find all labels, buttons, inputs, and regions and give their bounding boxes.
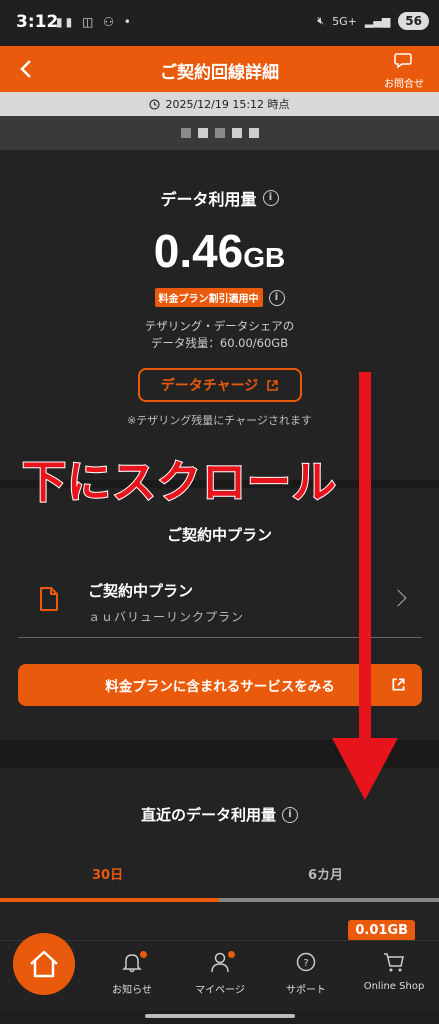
status-right: 🔇︎ 5G+ ▂▄▆ 56 [317, 12, 429, 30]
notification-badge [228, 951, 235, 958]
mask-block [248, 128, 259, 138]
nav-item-online-shop[interactable]: Online Shop [354, 951, 434, 992]
scroll-annotation-text: 下にスクロール [21, 456, 337, 509]
usage-value-label: 0.01GB [348, 920, 415, 941]
tab-30-days[interactable]: 30日 [92, 864, 123, 883]
nav-label: サポート [286, 985, 326, 996]
plan-services-label: 料金プランに含まれるサービスをみる [105, 679, 335, 695]
bottom-nav: お知らせ マイページ ? サポート Online Shop [0, 933, 439, 1010]
battery-level: 56 [405, 14, 422, 28]
discount-row: 料金プラン割引適用中 i [0, 288, 439, 307]
page-title: ご契約回線詳細 [160, 63, 279, 83]
notification-icons: ▮▮ ◫ ⚇ • [56, 15, 134, 29]
tab-indicator [0, 898, 219, 902]
plan-item-subtitle: ａｕバリューリンクプラン [88, 610, 245, 624]
support-icon: ? [296, 952, 316, 972]
tethering-remaining: テザリング・データシェアの データ残量：60.00/60GB [0, 318, 439, 352]
status-bar: 3:12 ▮▮ ◫ ⚇ • 🔇︎ 5G+ ▂▄▆ 56 [0, 0, 439, 46]
data-usage-unit: GB [243, 242, 286, 273]
status-time: 3:12 [16, 12, 59, 32]
nav-label: Online Shop [363, 981, 425, 992]
line-number-masked [0, 116, 439, 150]
document-icon [40, 587, 58, 611]
home-button[interactable] [13, 933, 75, 995]
mask-block [180, 128, 191, 138]
data-usage-label: データ利用量 [160, 190, 257, 209]
nav-label: お知らせ [112, 985, 152, 996]
data-usage-title: データ利用量 i [0, 186, 439, 210]
timestamp-bar: 2025/12/19 15:12 時点 [0, 92, 439, 116]
battery-icon: 56 [398, 12, 429, 30]
tethering-label: テザリング・データシェアの [144, 319, 295, 333]
nav-item-support[interactable]: ? サポート [266, 951, 346, 996]
mute-icon: 🔇︎ [317, 14, 325, 27]
nav-label: マイページ [195, 985, 245, 996]
data-usage-value: 0.46 [153, 225, 244, 277]
info-icon[interactable]: i [268, 289, 285, 306]
tab-6-months[interactable]: 6カ月 [308, 864, 343, 883]
external-link-icon [267, 379, 279, 391]
user-icon [211, 952, 229, 973]
data-charge-button[interactable]: データチャージ [138, 368, 302, 402]
plan-item-title: ご契約中プラン [88, 582, 194, 600]
down-arrow-icon [332, 372, 398, 800]
info-icon[interactable]: i [282, 806, 298, 823]
bell-icon [122, 954, 142, 973]
chat-icon [394, 53, 412, 69]
network-label: 5G+ [332, 14, 357, 28]
nav-item-notifications[interactable]: お知らせ [92, 951, 172, 996]
clock-icon [149, 98, 161, 110]
gesture-handle[interactable] [145, 1014, 295, 1018]
inquiry-button[interactable]: お問合せ [381, 52, 427, 90]
mask-block [197, 128, 208, 138]
cart-icon [384, 953, 404, 972]
timestamp-text: 2025/12/19 15:12 時点 [165, 98, 290, 111]
signal-icon: ▂▄▆ [364, 14, 391, 28]
data-charge-label: データチャージ [160, 378, 259, 394]
inquiry-label: お問合せ [384, 79, 424, 90]
svg-text:?: ? [303, 958, 308, 969]
discount-badge: 料金プラン割引適用中 [154, 288, 263, 307]
mask-block [231, 128, 242, 138]
data-usage-amount: 0.46GB [0, 224, 439, 278]
info-icon[interactable]: i [262, 190, 279, 206]
home-icon [30, 950, 58, 978]
tethering-value: データ残量：60.00/60GB [150, 336, 289, 350]
recent-usage-label: 直近のデータ利用量 [140, 806, 276, 824]
gesture-bar [0, 1010, 439, 1024]
mask-block [214, 128, 225, 138]
nav-item-mypage[interactable]: マイページ [180, 951, 260, 996]
notification-badge [140, 951, 147, 958]
app-header: ご契約回線詳細 お問合せ [0, 46, 439, 92]
